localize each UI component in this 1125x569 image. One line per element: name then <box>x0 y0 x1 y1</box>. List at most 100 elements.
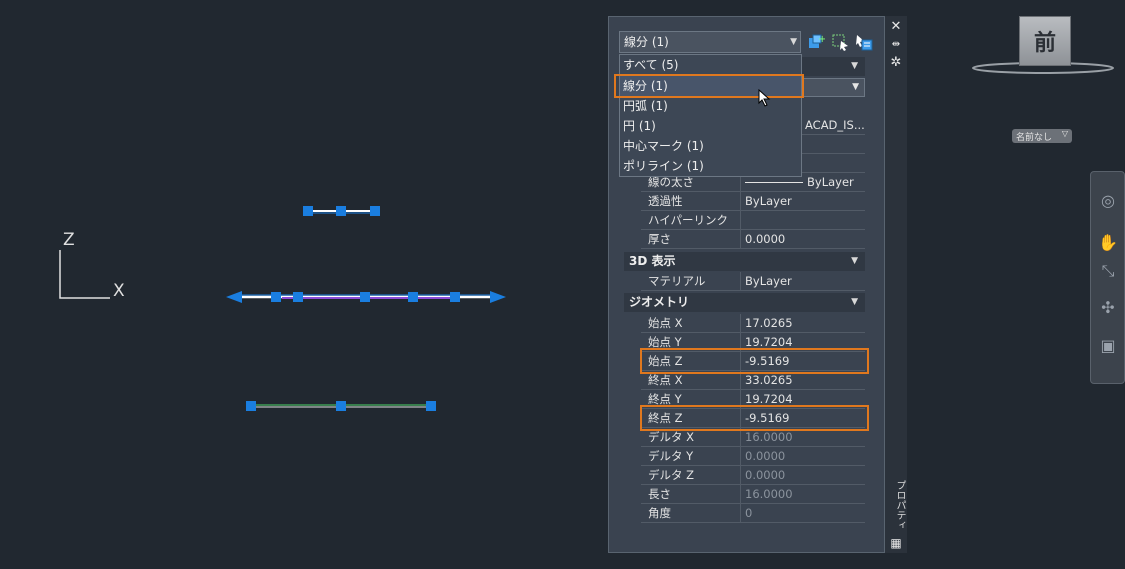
prop-label: デルタ Z <box>641 466 741 484</box>
geometry-prop-row[interactable]: デルタ Y 0.0000 <box>641 447 865 466</box>
ucs-x-label: X <box>113 281 125 301</box>
chevron-down-icon: ▼ <box>851 61 858 71</box>
toggle-pickadd-icon[interactable]: + <box>807 33 825 51</box>
geometry-prop-row[interactable]: 角度 0 <box>641 504 865 523</box>
prop-label: 終点 Y <box>641 390 741 408</box>
grip[interactable] <box>336 401 346 411</box>
section-3d-header[interactable]: 3D 表示 ▼ <box>624 252 865 271</box>
prop-label: 始点 Z <box>641 352 741 370</box>
prop-value: 0.0000 <box>745 232 786 246</box>
geometry-prop-row[interactable]: 長さ 16.0000 <box>641 485 865 504</box>
prop-label: ハイパーリンク <box>641 211 741 229</box>
prop-value: 19.7204 <box>745 335 793 349</box>
geometry-prop-row[interactable]: デルタ X 16.0000 <box>641 428 865 447</box>
prop-row-transparency[interactable]: 透過性 ByLayer <box>641 192 865 211</box>
prop-value: 16.0000 <box>745 487 793 501</box>
pan-hand-icon[interactable]: ✋ <box>1098 232 1118 254</box>
settings-icon[interactable]: ✲ <box>889 56 903 70</box>
orbit-icon[interactable]: ✣ <box>1098 297 1118 319</box>
named-view-label: 名前なし <box>1016 132 1053 143</box>
section-title: 3D 表示 <box>629 254 676 268</box>
dropdown-item[interactable]: 線分 (1) <box>620 76 801 96</box>
prop-label: 終点 Z <box>641 409 741 427</box>
prop-label: 長さ <box>641 485 741 503</box>
prop-value: ByLayer <box>745 194 792 208</box>
prop-label: 角度 <box>641 504 741 522</box>
section-geometry-header[interactable]: ジオメトリ ▼ <box>624 293 865 312</box>
grip[interactable] <box>336 206 346 216</box>
polyline-object[interactable] <box>222 287 512 307</box>
palette-title: プロパティ <box>894 480 905 530</box>
grip[interactable] <box>408 292 418 302</box>
prop-value: ByLayer <box>745 274 792 288</box>
geometry-prop-row[interactable]: 始点 Y 19.7204 <box>641 333 865 352</box>
select-objects-icon[interactable] <box>831 33 849 51</box>
navigation-bar: ◎ ✋ ⤡ ✣ ▣ <box>1090 171 1125 384</box>
chevron-down-icon: ▼ <box>851 256 858 266</box>
zoom-extents-icon[interactable]: ⤡ <box>1098 260 1118 282</box>
dropdown-item[interactable]: すべて (5) <box>620 55 801 75</box>
geometry-prop-row[interactable]: 終点 Z -9.5169 <box>641 409 865 428</box>
geometry-prop-row[interactable]: 始点 X 17.0265 <box>641 314 865 333</box>
viewcube-front-face[interactable]: 前 <box>1019 16 1071 66</box>
dropdown-item[interactable]: 円 (1) <box>620 116 801 136</box>
object-type-select[interactable]: 線分 (1) ▼ <box>619 31 801 53</box>
grip[interactable] <box>370 206 380 216</box>
steering-wheel-icon[interactable]: ◎ <box>1098 190 1118 212</box>
geometry-prop-row[interactable]: 終点 Y 19.7204 <box>641 390 865 409</box>
calculator-icon[interactable]: ▦ <box>889 536 903 550</box>
svg-text:+: + <box>818 34 825 45</box>
prop-row-hyperlink[interactable]: ハイパーリンク <box>641 211 865 230</box>
prop-row-material[interactable]: マテリアル ByLayer <box>641 272 865 291</box>
prop-row-thickness[interactable]: 厚さ 0.0000 <box>641 230 865 249</box>
autohide-icon[interactable]: ⇹ <box>889 38 903 52</box>
prop-value: 16.0000 <box>745 430 793 444</box>
arc-object[interactable] <box>300 202 385 220</box>
grip[interactable] <box>246 401 256 411</box>
line-object[interactable] <box>243 397 439 415</box>
grip[interactable] <box>426 401 436 411</box>
prop-label: デルタ X <box>641 428 741 446</box>
prop-label: 始点 Y <box>641 333 741 351</box>
geometry-prop-row[interactable]: 始点 Z -9.5169 <box>641 352 865 371</box>
prop-value: -9.5169 <box>745 411 790 425</box>
chevron-down-icon: ▽ <box>1061 129 1068 138</box>
prop-value: 17.0265 <box>745 316 793 330</box>
grip[interactable] <box>271 292 281 302</box>
section-title: ジオメトリ <box>629 295 690 309</box>
prop-label: 透過性 <box>641 192 741 210</box>
prop-value: 0.0000 <box>745 468 786 482</box>
grip[interactable] <box>303 206 313 216</box>
named-view-selector[interactable]: 名前なし ▽ <box>1012 129 1072 143</box>
prop-value: 19.7204 <box>745 392 793 406</box>
lineweight-sample <box>745 182 803 183</box>
palette-title-strip[interactable]: ✕ ⇹ ✲ ▦ <box>885 16 907 553</box>
geometry-prop-row[interactable]: デルタ Z 0.0000 <box>641 466 865 485</box>
grip[interactable] <box>360 292 370 302</box>
dropdown-item[interactable]: 円弧 (1) <box>620 96 801 116</box>
dropdown-item[interactable]: 中心マーク (1) <box>620 136 801 156</box>
model-viewport[interactable]: Z X 前 名前なし ▽ ◎ ✋ ⤡ ✣ ▣ <box>0 0 1125 569</box>
lineweight-value: ByLayer <box>807 175 854 189</box>
mouse-cursor-icon <box>758 89 771 107</box>
close-icon[interactable]: ✕ <box>889 20 903 34</box>
prop-label: 始点 X <box>641 314 741 332</box>
grip[interactable] <box>450 292 460 302</box>
prop-value: 33.0265 <box>745 373 793 387</box>
arrow-grip[interactable] <box>226 291 242 303</box>
prop-value: 0 <box>745 506 753 520</box>
prop-value <box>742 211 865 229</box>
ucs-z-label: Z <box>63 230 75 250</box>
object-type-value: 線分 (1) <box>624 35 669 49</box>
prop-label: 厚さ <box>641 230 741 248</box>
chevron-down-icon: ▼ <box>852 82 859 92</box>
quick-select-icon[interactable] <box>855 33 873 51</box>
showmotion-icon[interactable]: ▣ <box>1098 335 1118 357</box>
prop-value: 0.0000 <box>745 449 786 463</box>
chevron-down-icon: ▼ <box>851 297 858 307</box>
geometry-prop-row[interactable]: 終点 X 33.0265 <box>641 371 865 390</box>
arrow-grip[interactable] <box>490 291 506 303</box>
prop-label: マテリアル <box>641 272 741 290</box>
grip[interactable] <box>293 292 303 302</box>
dropdown-item[interactable]: ポリライン (1) <box>620 156 801 176</box>
